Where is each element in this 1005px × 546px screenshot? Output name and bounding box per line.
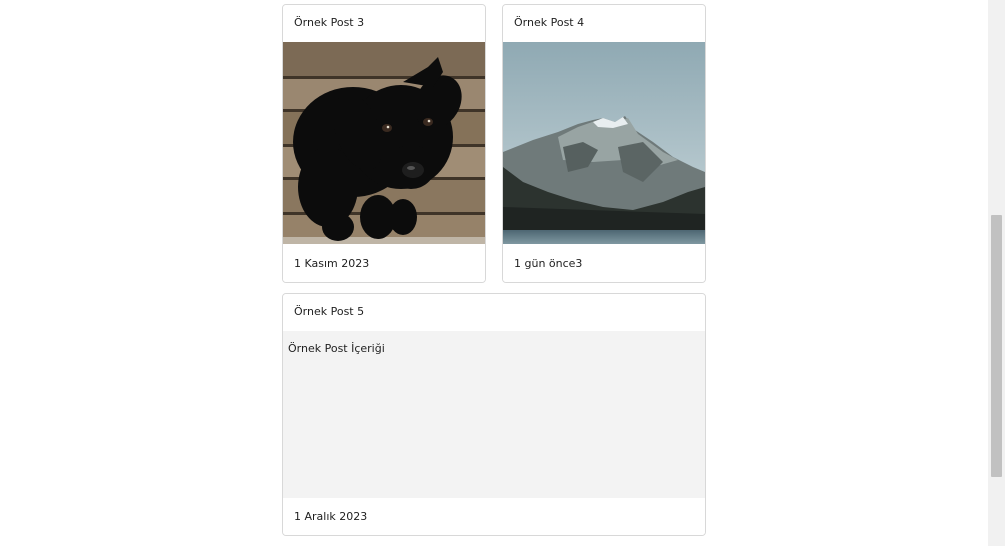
- post-date: 1 Kasım 2023: [283, 246, 485, 282]
- scrollbar-thumb[interactable]: [991, 215, 1002, 477]
- post-content-area: Örnek Post İçeriği: [283, 331, 705, 498]
- feed-page: Örnek Post 3 1 Kasım 2023 Örnek Post 4 1…: [0, 0, 988, 546]
- post-title: Örnek Post 4: [503, 5, 705, 41]
- post-card-5[interactable]: Örnek Post 5 Örnek Post İçeriği 1 Aralık…: [282, 293, 706, 536]
- post-date: 1 Aralık 2023: [283, 499, 705, 535]
- vertical-scrollbar[interactable]: [988, 0, 1005, 546]
- post-image-mountain: [503, 42, 705, 244]
- post-card-3[interactable]: Örnek Post 3 1 Kasım 2023: [282, 4, 486, 283]
- post-card-4[interactable]: Örnek Post 4 1 gün önce3: [502, 4, 706, 283]
- post-date: 1 gün önce3: [503, 246, 705, 282]
- post-title: Örnek Post 5: [283, 294, 705, 330]
- post-content: Örnek Post İçeriği: [288, 342, 385, 355]
- post-title: Örnek Post 3: [283, 5, 485, 41]
- post-image-puppy: [283, 42, 485, 244]
